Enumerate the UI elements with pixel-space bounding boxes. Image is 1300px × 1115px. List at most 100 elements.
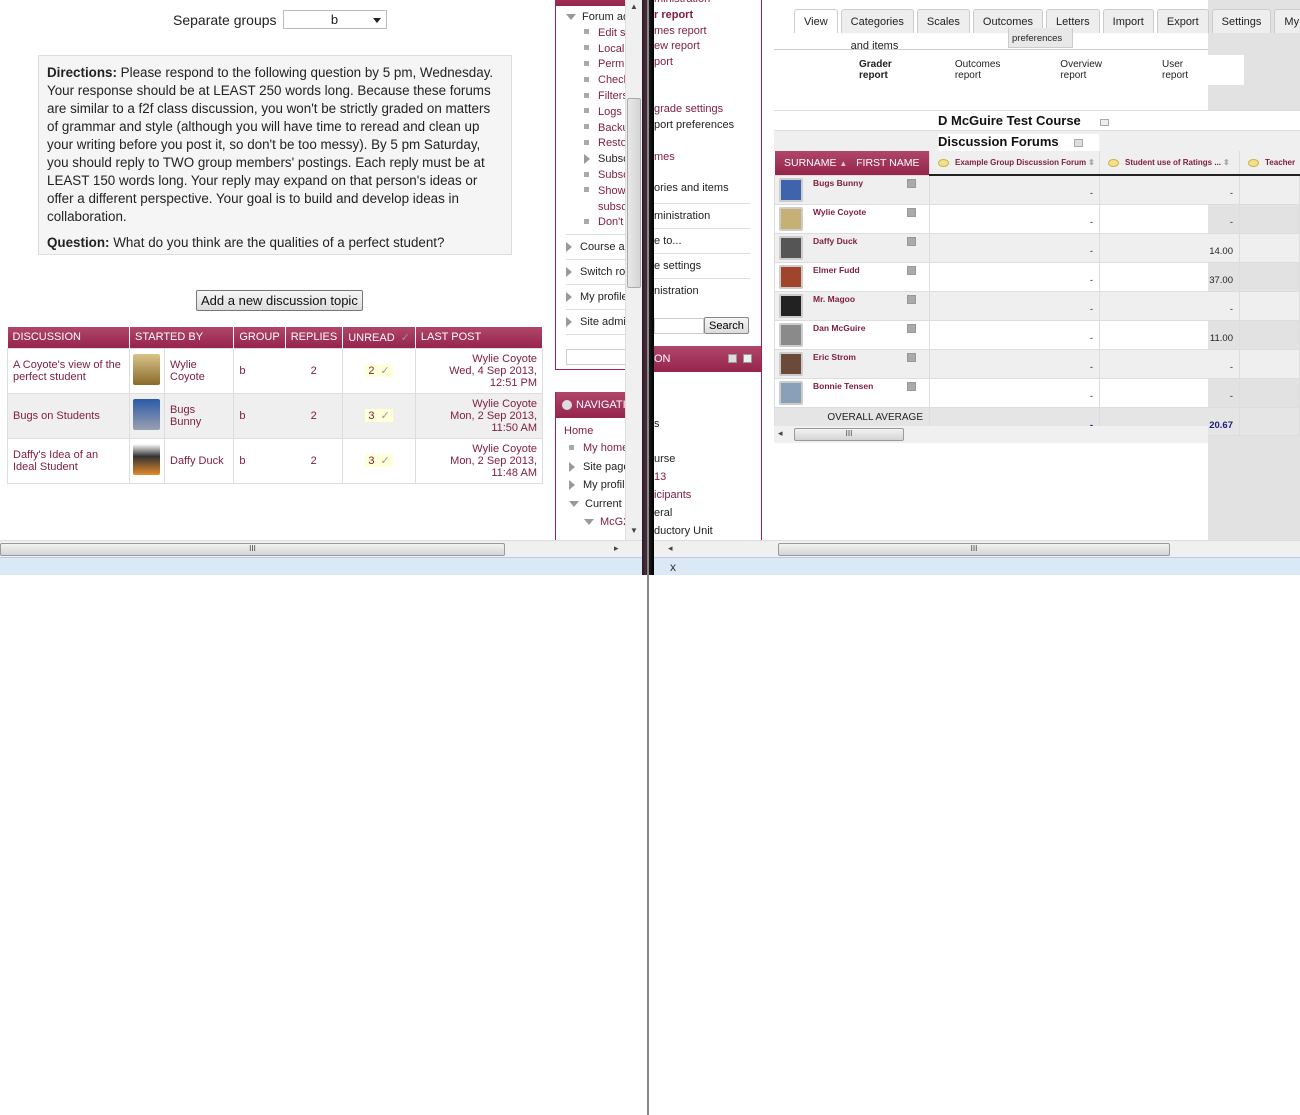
author-link[interactable]: Wylie Coyote xyxy=(170,359,205,383)
subtab-grader-report[interactable]: Grader report xyxy=(859,59,921,81)
user-report-icon[interactable] xyxy=(907,207,917,217)
grade-cell[interactable] xyxy=(1239,203,1300,234)
discussion-link[interactable]: A Coyote's view of the perfect student xyxy=(13,359,121,383)
grade-cell[interactable]: - xyxy=(929,348,1100,379)
partial-section[interactable]: e to... xyxy=(654,229,761,253)
partial-nav-item[interactable]: urse xyxy=(654,452,761,470)
tab-export[interactable]: Export xyxy=(1156,9,1209,33)
add-discussion-button[interactable]: Add a new discussion topic xyxy=(196,290,363,311)
grade-cell[interactable]: - xyxy=(1099,377,1240,408)
user-report-icon[interactable] xyxy=(907,236,917,246)
student-name-link[interactable]: Dan McGuire xyxy=(813,321,865,333)
replies-cell[interactable]: 2 xyxy=(285,347,344,394)
partial-item[interactable]: ew report xyxy=(654,39,761,55)
grade-cell[interactable] xyxy=(1239,290,1300,321)
author-link[interactable]: Bugs Bunny xyxy=(170,404,201,428)
student-name-link[interactable]: Bonnie Tensen xyxy=(813,379,873,391)
discussion-link[interactable]: Bugs on Students xyxy=(13,410,100,422)
grade-cell[interactable]: - xyxy=(929,261,1100,292)
student-name-link[interactable]: Bugs Bunny xyxy=(813,176,863,188)
last-post-author[interactable]: Wylie Coyote xyxy=(421,443,537,455)
scrollbar-thumb[interactable]: III xyxy=(778,543,1170,556)
student-name-link[interactable]: Mr. Magoo xyxy=(813,292,855,304)
col-discussion[interactable]: DISCUSSION xyxy=(7,327,130,348)
replies-cell[interactable]: 2 xyxy=(285,392,344,439)
avatar[interactable] xyxy=(133,353,160,385)
partial-nav-item[interactable]: eral xyxy=(654,506,761,524)
last-post-author[interactable]: Wylie Coyote xyxy=(421,353,537,365)
tab-categories[interactable]: Categories and items xyxy=(840,9,914,52)
grade-cell[interactable] xyxy=(1239,261,1300,292)
tab-view[interactable]: View xyxy=(794,9,838,33)
partial-nav-item[interactable]: s xyxy=(654,417,761,434)
avatar[interactable] xyxy=(779,380,803,405)
grade-cell[interactable] xyxy=(1239,174,1300,205)
grade-item-header[interactable]: Student use of Ratings ... ⬍ xyxy=(1099,151,1240,176)
partial-section[interactable]: e settings xyxy=(654,254,761,278)
partial-item[interactable]: ministration xyxy=(654,0,761,8)
close-icon[interactable]: x xyxy=(670,560,676,574)
col-replies[interactable]: REPLIES xyxy=(285,327,344,348)
grade-cell[interactable]: 11.00 xyxy=(1099,319,1240,350)
user-report-icon[interactable] xyxy=(907,323,917,333)
avatar[interactable] xyxy=(779,206,803,231)
window-splitter-bottom[interactable] xyxy=(642,540,654,1115)
user-report-icon[interactable] xyxy=(907,178,917,188)
scrollbar-thumb[interactable]: III xyxy=(794,428,904,441)
collapse-icon[interactable] xyxy=(1100,119,1109,126)
partial-section[interactable]: ministration xyxy=(654,204,761,228)
window-splitter[interactable] xyxy=(642,0,654,575)
avatar[interactable] xyxy=(779,264,803,289)
last-post-author[interactable]: Wylie Coyote xyxy=(421,398,537,410)
grade-cell[interactable]: 37.00 xyxy=(1099,261,1240,292)
tab-import[interactable]: Import xyxy=(1102,9,1154,33)
scrollbar-thumb[interactable] xyxy=(627,98,641,288)
grade-cell[interactable]: 14.00 xyxy=(1099,232,1240,263)
grader-horizontal-scrollbar[interactable]: ◂ III xyxy=(654,540,1300,557)
grade-cell[interactable]: - xyxy=(1099,174,1240,205)
student-name-link[interactable]: Elmer Fudd xyxy=(813,263,860,275)
unread-count[interactable]: 2 ✓ xyxy=(365,364,393,377)
avatar[interactable] xyxy=(133,398,160,430)
avatar[interactable] xyxy=(779,322,803,347)
scrollbar-thumb[interactable]: III xyxy=(0,543,505,556)
partial-item[interactable]: ories and items xyxy=(654,181,761,197)
grade-cell[interactable] xyxy=(1239,232,1300,263)
student-name-link[interactable]: Eric Strom xyxy=(813,350,856,362)
last-post-date[interactable]: Wed, 4 Sep 2013, 12:51 PM xyxy=(421,365,537,389)
tab-preferences[interactable]: preferences xyxy=(1008,28,1073,48)
user-report-icon[interactable] xyxy=(907,294,917,304)
user-report-icon[interactable] xyxy=(907,352,917,362)
name-sort-header[interactable]: SURNAME ▲ FIRST NAME xyxy=(774,151,930,175)
collapse-icon[interactable] xyxy=(728,354,737,363)
scroll-right-icon[interactable]: ▸ xyxy=(614,543,619,554)
search-button[interactable]: Search xyxy=(704,317,749,335)
forum-horizontal-scrollbar[interactable]: III ▸ xyxy=(0,540,642,557)
subtab-outcomes-report[interactable]: Outcomes report xyxy=(955,59,1026,81)
grade-cell[interactable]: - xyxy=(929,377,1100,408)
grade-cell[interactable] xyxy=(1239,348,1300,379)
grade-cell[interactable] xyxy=(1239,377,1300,408)
partial-section[interactable]: nistration xyxy=(654,279,761,303)
partial-item[interactable]: r report xyxy=(654,8,761,24)
avatar[interactable] xyxy=(779,235,803,260)
last-post-date[interactable]: Mon, 2 Sep 2013, 11:50 AM xyxy=(421,410,537,434)
avatar[interactable] xyxy=(779,351,803,376)
subtab-user-report[interactable]: User report xyxy=(1162,59,1210,81)
dock-icon[interactable] xyxy=(743,354,752,363)
replies-cell[interactable]: 2 xyxy=(285,437,344,484)
scroll-up-icon[interactable]: ▲ xyxy=(630,2,638,11)
scroll-left-icon[interactable]: ◂ xyxy=(778,428,783,439)
col-unread[interactable]: UNREAD ✓ xyxy=(342,327,416,348)
avatar[interactable] xyxy=(133,443,160,475)
user-report-icon[interactable] xyxy=(907,265,917,275)
grade-cell[interactable]: - xyxy=(1099,348,1240,379)
grade-cell[interactable]: - xyxy=(929,232,1100,263)
grade-cell[interactable]: - xyxy=(1099,290,1240,321)
expand-icon[interactable] xyxy=(1074,139,1083,147)
grader-table-scrollbar[interactable]: ◂ III xyxy=(774,426,1208,443)
unread-count[interactable]: 3 ✓ xyxy=(365,409,393,422)
avatar[interactable] xyxy=(779,293,803,318)
partial-nav-item[interactable]: 13 xyxy=(654,470,761,488)
grade-cell[interactable] xyxy=(1239,319,1300,350)
